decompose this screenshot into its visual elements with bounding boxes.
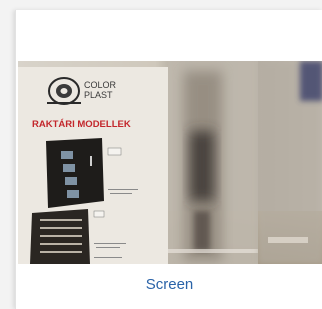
frosted-glass-panel [168,61,258,264]
photo-illustration: COLOR PLAST RAKTÁRI MODELLEK [18,61,322,264]
poster-heading: RAKTÁRI MODELLEK [32,119,131,130]
image-caption[interactable]: Screen [16,276,322,293]
brand-line1: COLOR [84,80,117,90]
brand-line2: PLAST [84,90,113,100]
product-photo[interactable]: COLOR PLAST RAKTÁRI MODELLEK [18,61,322,264]
image-card: COLOR PLAST RAKTÁRI MODELLEK Screen [15,10,322,309]
